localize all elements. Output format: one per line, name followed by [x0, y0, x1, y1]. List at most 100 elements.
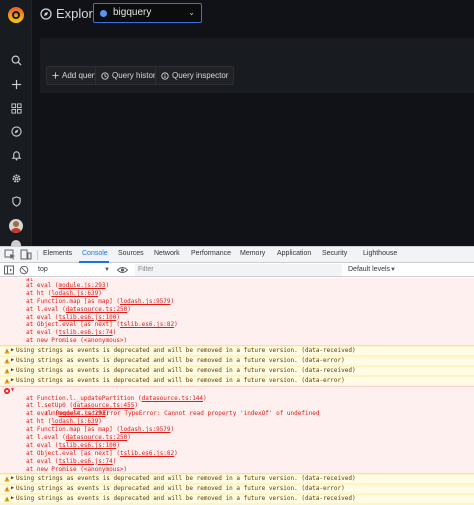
source-link[interactable]: tslib.es6.js:82: [120, 321, 174, 328]
warning-group: ▶ Using strings as events is deprecated a…: [0, 474, 474, 505]
source-link[interactable]: tslib.es6.js:100: [59, 314, 117, 321]
sidebar-toggle-icon[interactable]: [4, 265, 14, 275]
warning-line[interactable]: ▶ Using strings as events is deprecated a…: [0, 475, 474, 483]
chevron-down-icon: ⌄: [188, 8, 195, 17]
console-warning-message: ▶Using strings as events is deprecated a…: [0, 494, 474, 505]
warning-icon: [4, 378, 10, 384]
frame-prefix: at: [26, 449, 37, 457]
frame-paren: ): [116, 441, 120, 449]
error-icon: [4, 387, 10, 394]
stack-trace: at eval (module.js:293) at ht (lodash.js:…: [0, 282, 474, 345]
frame-paren: ): [134, 402, 139, 410]
inspect-element-icon[interactable]: [4, 249, 16, 260]
warning-line[interactable]: ▶ Using strings as events is deprecated a…: [0, 485, 474, 493]
error-headline[interactable]: ▼ runRequest.catchError TypeError: Canno…: [0, 387, 474, 417]
history-icon: [101, 71, 109, 80]
frame-prefix: at: [26, 289, 37, 297]
source-link[interactable]: tslib.es6.js:82: [120, 450, 174, 457]
warning-line[interactable]: ▶ Using strings as events is deprecated a…: [0, 495, 474, 503]
explore-icon[interactable]: [0, 121, 32, 141]
frame-function: ht: [36, 289, 48, 297]
expand-arrow-icon[interactable]: ▶: [11, 357, 14, 365]
frame-prefix: at: [26, 441, 37, 449]
frame-paren: ): [174, 321, 178, 329]
shield-icon[interactable]: [0, 191, 32, 211]
tab-memory[interactable]: Memory: [240, 250, 265, 257]
search-icon[interactable]: [0, 50, 32, 70]
query-inspector-button[interactable]: Query inspector: [155, 66, 235, 85]
warning-text: Using strings as events is deprecated an…: [16, 495, 356, 503]
warning-line[interactable]: ▶ Using strings as events is deprecated a…: [0, 357, 474, 365]
expand-arrow-icon[interactable]: ▶: [11, 367, 14, 375]
datasource-picker[interactable]: bigquery ⌄: [93, 3, 202, 23]
frame-function: eval: [36, 329, 55, 337]
source-link[interactable]: lodash.js:9579: [120, 426, 171, 433]
source-link[interactable]: module.js:293: [59, 410, 106, 417]
warning-line[interactable]: ▶ Using strings as events is deprecated a…: [0, 377, 474, 385]
frame-function: l.eval: [36, 434, 63, 442]
source-link[interactable]: tslib.es6.js:100: [59, 442, 117, 449]
source-link[interactable]: tslib.es6.js:74: [59, 329, 113, 336]
source-link[interactable]: lodash.js:639: [51, 418, 98, 425]
warning-text: Using strings as events is deprecated an…: [16, 485, 345, 493]
filter-input[interactable]: [135, 264, 342, 276]
dashboards-icon[interactable]: [0, 98, 32, 118]
device-toolbar-icon[interactable]: [20, 249, 32, 260]
stack-frame: at eval (module.js:293): [0, 282, 474, 290]
expand-arrow-icon[interactable]: ▶: [11, 377, 14, 385]
avatar[interactable]: [9, 219, 23, 233]
tab-lighthouse[interactable]: Lighthouse: [363, 250, 397, 257]
warning-text: Using strings as events is deprecated an…: [16, 357, 345, 365]
frame-function: Function.l._updatePartition: [36, 394, 138, 402]
expand-arrow-icon[interactable]: ▶: [11, 485, 14, 493]
tab-elements[interactable]: Elements: [43, 250, 72, 257]
tab-application[interactable]: Application: [277, 250, 311, 257]
frame-paren: ): [170, 426, 175, 434]
grafana-logo-icon[interactable]: [6, 5, 26, 25]
source-link[interactable]: datasource.ts:144: [142, 395, 203, 402]
expand-arrow-icon[interactable]: ▼: [11, 387, 14, 395]
stack-frame: at eval (tslib.es6.js:74): [0, 458, 474, 466]
frame-prefix: at: [26, 418, 37, 426]
source-link[interactable]: module.js:293: [59, 282, 106, 289]
stack-frame: at Function.map [as map] (lodash.js:9579…: [0, 298, 474, 306]
frame-function: new Promise (<anonymous>): [36, 465, 128, 473]
source-link[interactable]: datasource.ts:455: [73, 402, 134, 409]
source-link[interactable]: datasource.ts:250: [66, 434, 127, 441]
frame-prefix: at: [26, 313, 37, 321]
stack-frame: at l.eval (datasource.ts:250): [0, 434, 474, 442]
stack-frame: at Function.l._updatePartition (datasour…: [0, 395, 474, 403]
expand-arrow-icon[interactable]: ▶: [11, 495, 14, 503]
context-value: top: [38, 266, 48, 273]
tab-sources[interactable]: Sources: [118, 250, 144, 257]
tab-console[interactable]: Console: [82, 250, 108, 257]
log-levels-dropdown[interactable]: Default levels ▼: [348, 264, 408, 276]
frame-prefix: at: [26, 297, 37, 305]
stack-frame: at eval (module.js:293): [0, 410, 474, 418]
log-levels-value: Default levels: [348, 266, 391, 273]
source-link[interactable]: lodash.js:639: [51, 290, 98, 297]
console-error-message: at at eval (module.js:293) at ht (lodash.…: [0, 278, 474, 347]
source-link[interactable]: lodash.js:9579: [120, 298, 171, 305]
console-warning-message: ▶Using strings as events is deprecated a…: [0, 346, 474, 357]
expand-arrow-icon[interactable]: ▶: [11, 347, 14, 355]
context-selector[interactable]: top ▼: [36, 264, 112, 276]
divider: [37, 250, 38, 260]
source-link[interactable]: tslib.es6.js:74: [59, 458, 113, 465]
frame-paren: ): [112, 457, 117, 465]
warning-line[interactable]: ▶ Using strings as events is deprecated a…: [0, 347, 474, 355]
source-link[interactable]: datasource.ts:250: [66, 306, 127, 313]
alerting-icon[interactable]: [0, 145, 32, 165]
warning-line[interactable]: ▶ Using strings as events is deprecated a…: [0, 367, 474, 375]
tab-network[interactable]: Network: [154, 250, 180, 257]
expand-arrow-icon[interactable]: ▶: [11, 475, 14, 483]
frame-function: new Promise (<anonymous>): [36, 337, 128, 345]
stack-frame: at Function.map [as map] (lodash.js:9579…: [0, 426, 474, 434]
eye-icon[interactable]: [117, 265, 128, 275]
tab-security[interactable]: Security: [322, 250, 347, 257]
tab-performance[interactable]: Performance: [191, 250, 231, 257]
plus-icon[interactable]: [0, 74, 32, 94]
gear-icon[interactable]: [0, 168, 32, 188]
clear-console-icon[interactable]: [19, 265, 29, 275]
warning-text: Using strings as events is deprecated an…: [16, 475, 356, 483]
